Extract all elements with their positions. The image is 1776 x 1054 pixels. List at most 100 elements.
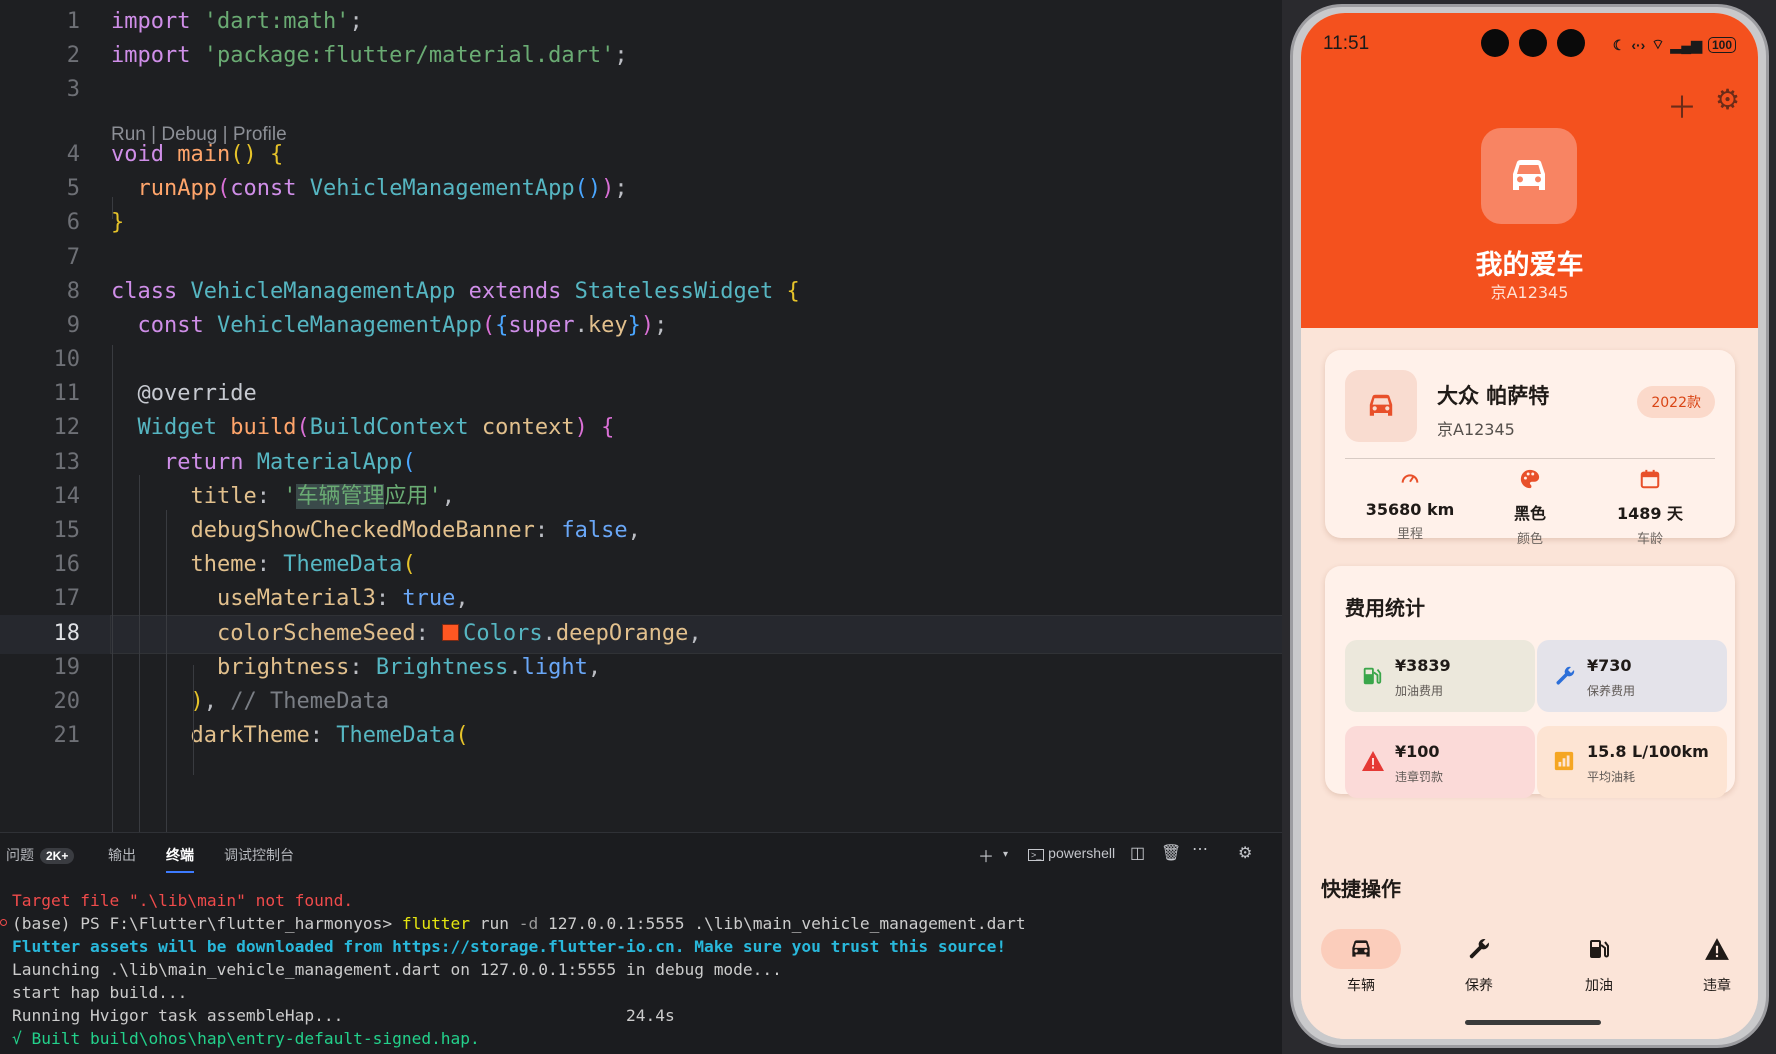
quick-actions-title: 快捷操作 — [1321, 877, 1401, 901]
code-line[interactable]: 10 — [0, 341, 1284, 380]
line-code: return MaterialApp( — [163, 450, 416, 475]
line-code: debugShowCheckedModeBanner: false, — [190, 518, 641, 543]
code-line[interactable]: 15 debugShowCheckedModeBanner: false, — [0, 512, 1284, 551]
stat-value: 1489 天 — [1616, 504, 1684, 523]
code-line[interactable]: 6} — [0, 204, 1284, 243]
code-line[interactable]: 1 import 'dart:math'; — [0, 3, 1284, 42]
line-code: import 'package:flutter/material.dart'; — [111, 43, 628, 68]
code-line[interactable]: 7 — [0, 239, 1284, 278]
line-number: 6 — [66, 210, 80, 235]
code-line[interactable]: 17 useMaterial3: true, — [0, 580, 1284, 619]
split-terminal-icon[interactable]: ◫ — [1130, 843, 1145, 863]
code-line[interactable]: 9 const VehicleManagementApp({super.key}… — [0, 307, 1284, 346]
car-nickname: 我的爱车 — [1475, 250, 1584, 281]
stat-label: 车龄 — [1636, 532, 1663, 547]
line-number: 4 — [66, 142, 80, 167]
new-terminal-plus-icon[interactable]: ＋ — [978, 843, 994, 867]
nav-item-vehicles[interactable]: 车辆 — [1321, 929, 1401, 995]
terminal-output[interactable]: Target file ".\lib\main" not found. (base… — [12, 889, 1026, 1050]
tile-value: ¥100 — [1395, 742, 1440, 761]
chevron-down-icon[interactable]: ▾ — [1003, 849, 1008, 860]
line-code: theme: ThemeData( — [190, 552, 416, 577]
add-icon[interactable]: ＋ — [1667, 83, 1697, 127]
status-time: 11:51 — [1323, 33, 1370, 54]
line-number: 17 — [53, 586, 81, 611]
expense-tile-fuel[interactable]: ¥3839 加油费用 — [1345, 640, 1535, 712]
line-number: 18 — [53, 621, 81, 646]
line-code: class VehicleManagementApp extends State… — [111, 279, 800, 304]
tab-problems-label: 问题 — [6, 847, 34, 863]
expense-tile-consumption[interactable]: 15.8 L/100km 平均油耗 — [1537, 726, 1727, 798]
codelens[interactable]: Run | Debug | Profile — [111, 124, 287, 146]
line-code: darkTheme: ThemeData( — [190, 723, 469, 748]
tab-output[interactable]: 输出 — [108, 845, 136, 865]
code-line[interactable]: 18 colorSchemeSeed: Colors.deepOrange, — [0, 615, 1284, 654]
vehicle-name: 大众 帕萨特 — [1437, 384, 1550, 408]
tab-debug-console[interactable]: 调试控制台 — [224, 845, 294, 865]
tile-label: 加油费用 — [1395, 684, 1444, 698]
home-indicator[interactable] — [1465, 1020, 1601, 1025]
terminal-panel: 问题 2K+ 输出 终端 调试控制台 ＋ ▾ >_ powershell ◫ 🗑 … — [0, 832, 1284, 1054]
moon-icon: ☾ — [1612, 36, 1626, 53]
line-number: 20 — [53, 689, 81, 714]
wifi-icon: ⌔ — [1651, 36, 1665, 52]
indent-guide — [139, 475, 140, 832]
code-line[interactable]: 5 runApp(const VehicleManagementApp()); — [0, 170, 1284, 209]
code-line[interactable]: 16 theme: ThemeData( — [0, 546, 1284, 585]
line-number: 5 — [66, 176, 80, 201]
line-number: 14 — [53, 484, 81, 509]
speedometer-icon — [1401, 474, 1419, 483]
expense-tile-maintenance[interactable]: ¥730 保养费用 — [1537, 640, 1727, 712]
terminal-shell-selector[interactable]: >_ powershell — [1028, 845, 1115, 861]
car-icon — [1369, 394, 1393, 416]
code-line[interactable]: 2 import 'package:flutter/material.dart'; — [0, 37, 1284, 76]
stat-color: 黑色 颜色 — [1465, 468, 1595, 547]
code-line[interactable]: 8 class VehicleManagementApp extends Stat… — [0, 273, 1284, 312]
terminal-line: Target file ".\lib\main" not found. — [12, 891, 354, 910]
error-dot-icon — [0, 919, 7, 926]
line-number: 1 — [66, 9, 80, 34]
code-editor[interactable]: 1 import 'dart:math'; 2 import 'package:flu… — [0, 0, 1284, 832]
calendar-icon — [1640, 469, 1660, 489]
line-code: colorSchemeSeed: Colors.deepOrange, — [216, 621, 702, 646]
indent-guide — [193, 665, 194, 775]
indent-guide — [166, 510, 167, 832]
code-line[interactable]: 3 — [0, 71, 1284, 110]
camera-dot — [1481, 29, 1509, 57]
code-line[interactable]: 12 Widget build(BuildContext context) { — [0, 409, 1284, 448]
settings-sliders-icon[interactable]: ⚙ — [1238, 843, 1252, 863]
tab-terminal[interactable]: 终端 — [166, 845, 194, 873]
trash-icon[interactable]: 🗑 — [1161, 843, 1181, 863]
nav-item-refuel[interactable]: 加油 — [1559, 929, 1639, 995]
indent-guide — [112, 345, 113, 832]
line-code: runApp(const VehicleManagementApp()); — [137, 176, 628, 201]
nav-item-violations[interactable]: 违章 — [1677, 929, 1757, 995]
car-icon — [1352, 940, 1370, 957]
line-number: 2 — [66, 43, 80, 68]
stat-mileage: 35680 km 里程 — [1345, 468, 1475, 542]
more-icon[interactable]: ⋯ — [1192, 839, 1208, 859]
vehicle-card[interactable]: 大众 帕萨特 京A12345 2022款 35680 km 里程 黑色 颜色 1… — [1325, 350, 1735, 547]
line-number: 16 — [53, 552, 81, 577]
header-plate: 京A12345 — [1490, 283, 1569, 302]
car-icon — [1513, 160, 1545, 190]
tile-value: 15.8 L/100km — [1587, 742, 1709, 761]
expense-title: 费用统计 — [1345, 596, 1425, 620]
tile-value: ¥3839 — [1395, 656, 1451, 675]
code-line[interactable]: 11 @override — [0, 375, 1284, 414]
code-line[interactable]: 14 title: '车辆管理应用', — [0, 478, 1284, 517]
line-number: 19 — [53, 655, 81, 680]
nav-label: 违章 — [1703, 978, 1731, 994]
tile-label: 违章罚款 — [1395, 770, 1444, 784]
tab-problems[interactable]: 问题 2K+ — [6, 845, 75, 865]
warning-icon — [1705, 938, 1729, 960]
code-line[interactable]: 13 return MaterialApp( — [0, 444, 1284, 483]
expense-tile-violation[interactable]: ¥100 违章罚款 — [1345, 726, 1535, 798]
line-number: 3 — [66, 77, 80, 102]
tile-label: 保养费用 — [1587, 684, 1636, 698]
terminal-line: start hap build... — [12, 983, 188, 1002]
line-code: useMaterial3: true, — [216, 586, 469, 611]
nav-item-maintenance[interactable]: 保养 — [1439, 929, 1519, 995]
nav-label: 车辆 — [1347, 978, 1375, 994]
gear-icon[interactable]: ⚙ — [1715, 83, 1740, 116]
